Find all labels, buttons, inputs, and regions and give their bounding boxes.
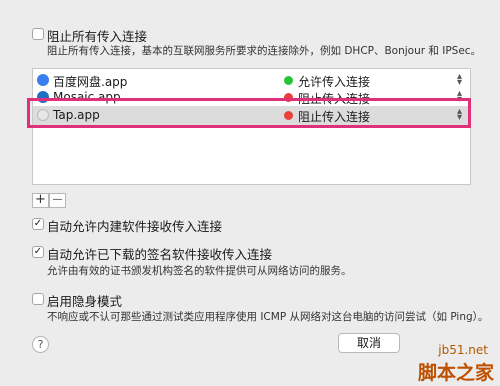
help-button[interactable]: ? (32, 336, 49, 353)
block-all-description: 阻止所有传入连接，基本的互联网服务所要求的连接除外，例如 DHCP、Bonjou… (47, 45, 482, 57)
allow-builtin-label: 自动允许内建软件接收传入连接 (47, 219, 223, 234)
highlight-box (27, 98, 471, 128)
updown-chevron-icon[interactable]: ▴ ▾ (457, 72, 462, 88)
stealth-description: 不响应或不认可那些通过测试类应用程序使用 ICMP 从网络对这台电脑的访问尝试（… (47, 311, 489, 323)
add-app-button[interactable]: + (32, 193, 49, 208)
status-dot-green (284, 76, 293, 85)
allow-signed-label: 自动允许已下载的签名软件接收传入连接 (47, 247, 273, 262)
remove-app-button[interactable]: — (49, 193, 66, 208)
watermark-site: jb51.net (438, 343, 488, 357)
allow-builtin-checkbox[interactable]: ✓ (32, 218, 44, 230)
cancel-button[interactable]: 取消 (338, 333, 400, 353)
baidu-icon (37, 74, 49, 86)
allow-signed-description: 允许由有效的证书颁发机构签名的软件提供可从网络访问的服务。 (47, 265, 352, 277)
watermark-name: 脚本之家 (417, 362, 494, 384)
allow-signed-checkbox[interactable]: ✓ (32, 246, 44, 258)
stealth-label: 启用隐身模式 (47, 294, 123, 309)
stealth-checkbox[interactable] (32, 293, 44, 305)
block-all-checkbox[interactable] (32, 28, 44, 40)
